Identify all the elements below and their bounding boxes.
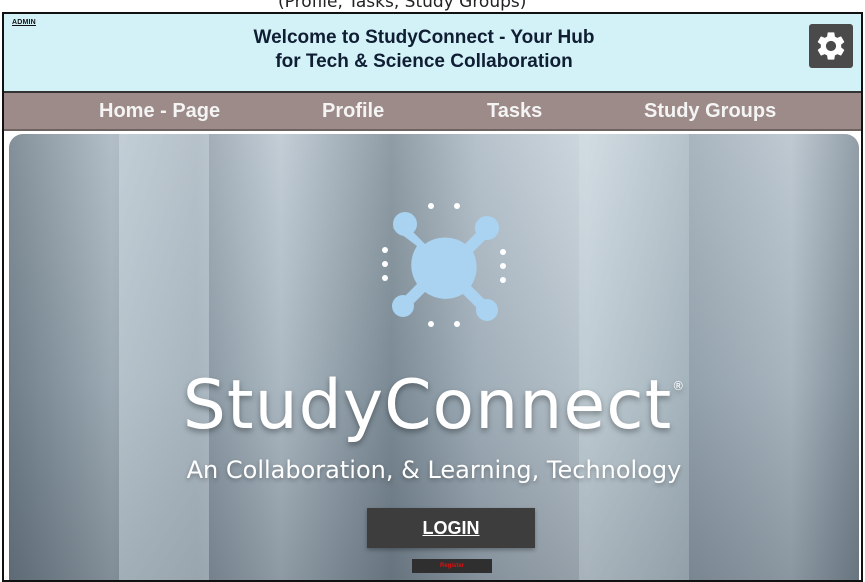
page-title-line2: for Tech & Science Collaboration — [275, 51, 573, 72]
settings-button[interactable] — [809, 24, 853, 68]
register-button[interactable]: Register — [412, 559, 492, 573]
nav-study-groups[interactable]: Study Groups — [644, 100, 776, 123]
login-button[interactable]: LOGIN — [367, 508, 535, 548]
nav-profile[interactable]: Profile — [322, 100, 384, 123]
brand-text: StudyConnect — [182, 366, 673, 445]
brand-name: StudyConnect® — [9, 366, 859, 445]
registered-mark: ® — [672, 379, 686, 393]
studyconnect-logo — [382, 203, 506, 327]
page-title: Welcome to StudyConnect - Your Hub for T… — [214, 26, 634, 74]
hero-banner: StudyConnect® An Collaboration, & Learni… — [9, 134, 859, 580]
admin-link[interactable]: ADMIN — [12, 19, 36, 26]
app-frame: ADMIN Welcome to StudyConnect - Your Hub… — [2, 12, 863, 582]
tagline: An Collaboration, & Learning, Technology — [186, 456, 682, 484]
main-nav: Home - Page Profile Tasks Study Groups — [4, 93, 861, 131]
page-title-line1: Welcome to StudyConnect - Your Hub — [253, 27, 595, 48]
top-caption: (Profile, Tasks, Study Groups) — [278, 0, 527, 11]
gear-icon — [817, 32, 845, 60]
header: ADMIN Welcome to StudyConnect - Your Hub… — [4, 14, 861, 93]
nav-tasks[interactable]: Tasks — [487, 100, 542, 123]
nav-home[interactable]: Home - Page — [99, 100, 220, 123]
